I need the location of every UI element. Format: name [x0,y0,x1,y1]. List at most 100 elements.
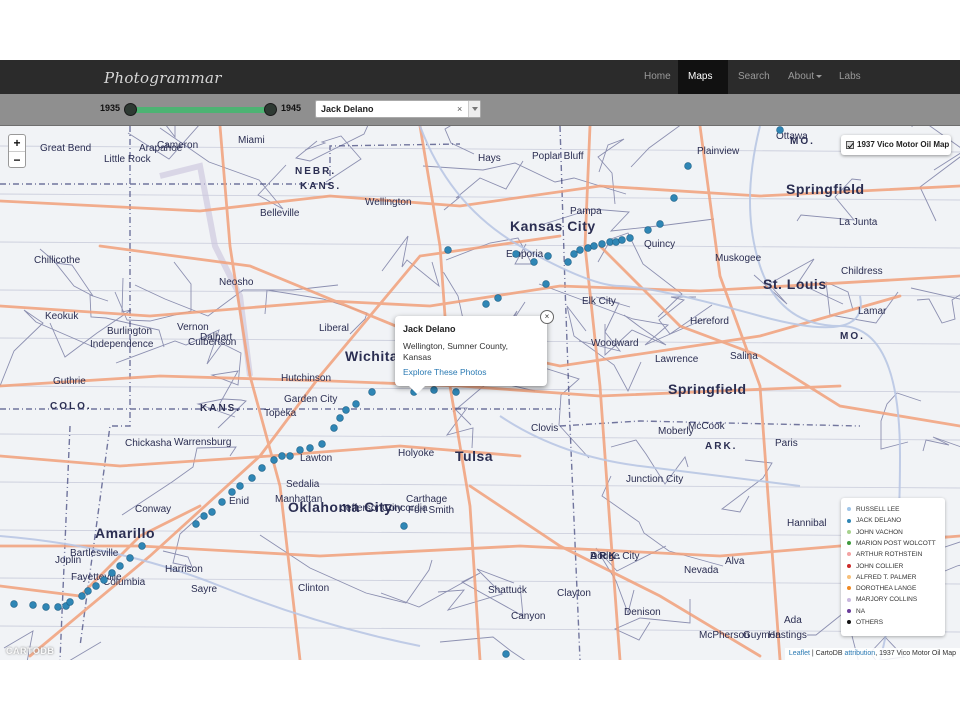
legend-dot-icon [847,552,851,557]
clear-icon[interactable]: × [457,104,462,114]
photographer-legend: RUSSELL LEE JACK DELANO JOHN VACHON MARION … [841,498,945,636]
slider-handle-start[interactable] [124,103,137,116]
cartodb-logo[interactable]: CARTODB [6,646,54,656]
chevron-down-icon[interactable] [468,101,480,117]
photo-marker[interactable] [116,562,124,570]
photo-marker[interactable] [92,582,100,590]
photo-marker[interactable] [286,452,294,460]
photographer-select-value: Jack Delano [321,104,374,114]
photo-marker[interactable] [228,488,236,496]
legend-entry: JOHN VACHON [847,529,903,539]
photo-marker[interactable] [126,554,134,562]
top-navbar: Photogrammar Home Maps Search About Labs [0,60,960,112]
photo-marker[interactable] [544,252,552,260]
photo-marker[interactable] [618,236,626,244]
photo-marker[interactable] [400,522,408,530]
legend-label: ALFRED T. PALMER [856,573,917,581]
popup-close-button[interactable]: × [540,310,554,324]
photo-marker[interactable] [29,601,37,609]
photo-marker[interactable] [78,592,86,600]
photo-marker[interactable] [542,280,550,288]
nav-about-label: About [788,71,815,82]
photo-marker[interactable] [564,258,572,266]
photo-marker[interactable] [452,388,460,396]
photo-marker[interactable] [576,246,584,254]
photo-marker[interactable] [100,576,108,584]
photo-marker[interactable] [278,452,286,460]
legend-label: NA [856,607,866,615]
caret-down-icon [816,74,823,78]
photo-marker[interactable] [138,542,146,550]
photo-marker[interactable] [368,388,376,396]
photo-marker[interactable] [342,406,350,414]
photo-marker[interactable] [258,464,266,472]
photo-marker[interactable] [656,220,664,228]
photo-marker[interactable] [306,444,314,452]
legend-dot-icon [847,620,851,625]
layer-toggle[interactable]: 1937 Vico Motor Oil Map [841,135,951,155]
photo-marker[interactable] [54,603,62,611]
photo-marker[interactable] [208,508,216,516]
photo-marker[interactable] [42,603,50,611]
photo-marker[interactable] [626,234,634,242]
photo-marker[interactable] [530,258,538,266]
photo-marker[interactable] [236,482,244,490]
photo-marker[interactable] [330,424,338,432]
nav-about[interactable]: About [778,60,832,94]
nav-maps[interactable]: Maps [678,60,728,112]
photo-marker[interactable] [684,162,692,170]
legend-label: OTHERS [856,619,884,626]
photo-marker[interactable] [248,474,256,482]
photo-marker[interactable] [430,386,438,394]
legend-entry: NA [847,608,865,618]
legend-label: MARJORY COLLINS [856,596,918,604]
photo-marker[interactable] [296,446,304,454]
legend-entry: ALFRED T. PALMER [847,574,916,584]
photo-marker[interactable] [598,240,606,248]
photo-marker[interactable] [10,600,18,608]
photo-marker[interactable] [512,250,520,258]
photo-marker[interactable] [494,294,502,302]
photo-marker[interactable] [192,520,200,528]
zoom-out-button[interactable]: − [9,151,25,167]
photo-marker[interactable] [200,512,208,520]
photo-marker[interactable] [644,226,652,234]
leaflet-link[interactable]: Leaflet [789,650,810,657]
explore-photos-link[interactable]: Explore These Photos [403,367,486,377]
slider-handle-end[interactable] [264,103,277,116]
photo-marker[interactable] [502,650,510,658]
legend-entry: MARJORY COLLINS [847,596,917,606]
photo-marker[interactable] [352,400,360,408]
nav-home[interactable]: Home [634,60,681,94]
nav-labs[interactable]: Labs [829,60,871,94]
photo-marker[interactable] [218,498,226,506]
brand-logo[interactable]: Photogrammar [104,69,222,87]
year-start-label: 1935 [100,103,121,113]
legend-entry: RUSSELL LEE [847,506,899,516]
photo-marker[interactable] [590,242,598,250]
layer-checkbox[interactable] [846,141,854,149]
map-canvas[interactable]: Wichita Tulsa Oklahoma City St. Louis Spring… [0,126,960,660]
photo-marker[interactable] [108,569,116,577]
year-range-slider[interactable] [130,107,272,113]
legend-dot-icon [847,597,851,602]
legend-dot-icon [847,575,851,580]
popup-location: Wellington, Sumner County, Kansas [403,341,509,362]
photographer-select[interactable]: Jack Delano × [315,100,481,118]
legend-entry: JOHN COLLIER [847,563,903,573]
legend-label: JACK DELANO [856,517,902,525]
attribution-link[interactable]: attribution [844,650,875,657]
photo-marker[interactable] [84,587,92,595]
photo-marker[interactable] [444,246,452,254]
photo-marker[interactable] [336,414,344,422]
zoom-in-button[interactable]: + [9,135,25,151]
photo-marker[interactable] [776,126,784,134]
photo-marker[interactable] [570,250,578,258]
photo-marker[interactable] [66,598,74,606]
photo-marker[interactable] [270,456,278,464]
photo-marker[interactable] [670,194,678,202]
nav-search[interactable]: Search [728,60,780,94]
attribution-suffix: , 1937 Vico Motor Oil Map [875,650,956,657]
photo-marker[interactable] [318,440,326,448]
photo-marker[interactable] [482,300,490,308]
